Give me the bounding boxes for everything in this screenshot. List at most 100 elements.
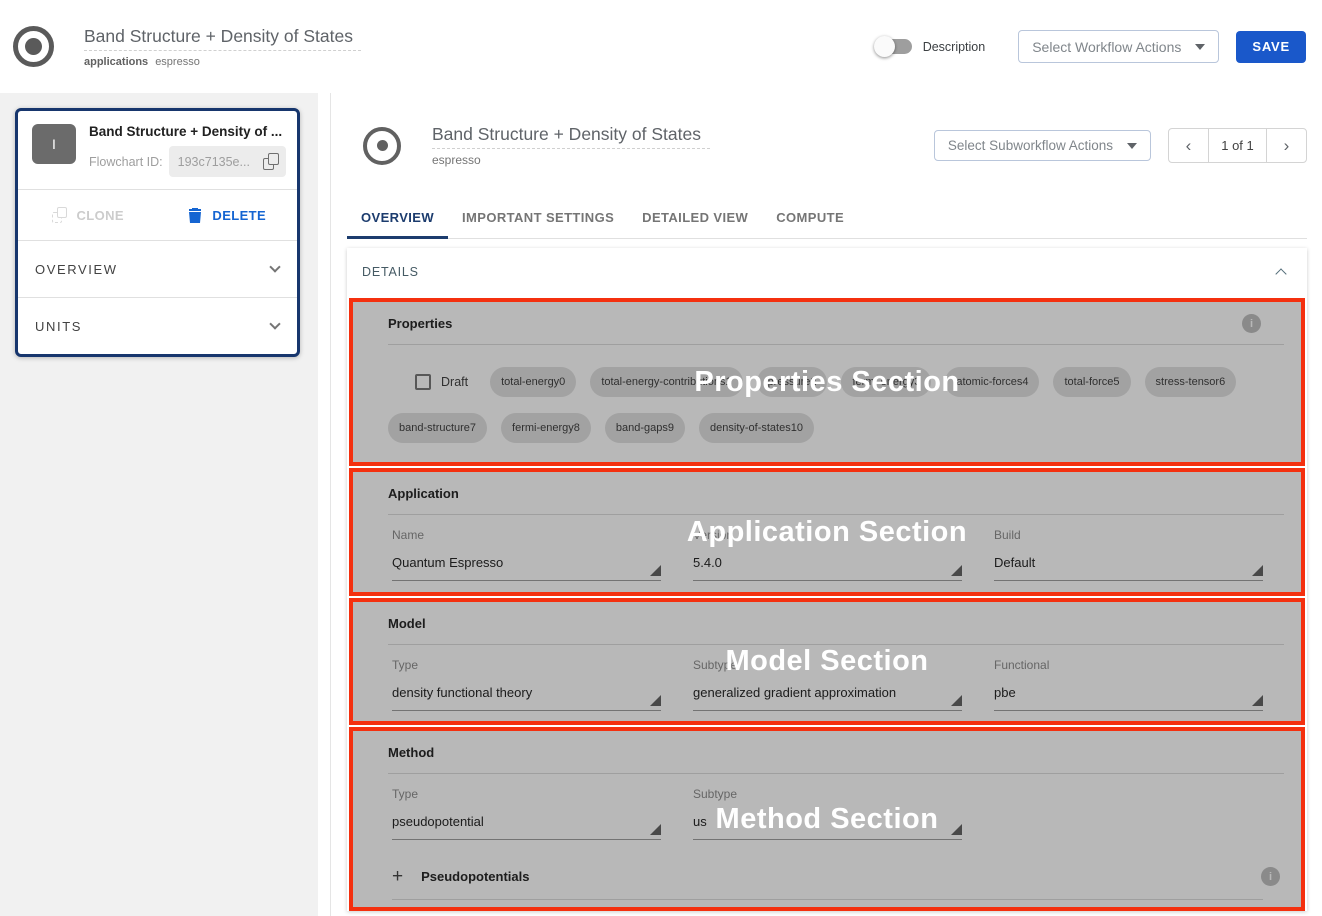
workflow-title-input[interactable]: Band Structure + Density of States (84, 26, 361, 51)
description-toggle-label: Description (923, 40, 986, 54)
chevron-down-icon (1195, 44, 1205, 50)
breadcrumb-item[interactable]: espresso (155, 56, 200, 68)
details-accordion-header[interactable]: DETAILS (347, 248, 1307, 296)
workflow-actions-select[interactable]: Select Workflow Actions (1018, 30, 1219, 63)
prev-page-button[interactable]: ‹ (1168, 128, 1209, 163)
method-subtype-field: Subtype us (693, 787, 962, 840)
subworkflow-actions-select-label: Select Subworkflow Actions (948, 138, 1113, 153)
chevron-down-icon (1127, 143, 1137, 149)
draft-checkbox[interactable] (415, 374, 431, 390)
property-chip[interactable]: atomic-forces4 (945, 367, 1039, 397)
select-caret-icon (1252, 565, 1263, 576)
workflow-title-block: Band Structure + Density of States appli… (84, 26, 361, 68)
application-build-field: Build Default (994, 528, 1263, 581)
property-chip[interactable]: total-energy0 (490, 367, 576, 397)
application-fields: Name Quantum Espresso Version (392, 528, 1263, 581)
info-icon[interactable]: i (1242, 314, 1261, 333)
pseudopotentials-label: Pseudopotentials (421, 869, 529, 884)
field-label: Type (392, 787, 661, 801)
method-section-title: Method (388, 731, 1284, 760)
chevron-up-icon (1275, 268, 1286, 279)
select-caret-icon (650, 824, 661, 835)
tab-detailed-view[interactable]: DETAILED VIEW (628, 197, 762, 238)
draft-checkbox-label: Draft (441, 375, 468, 389)
breadcrumb-category[interactable]: applications (84, 56, 148, 68)
copy-icon[interactable] (263, 153, 279, 170)
sidebar-item-units[interactable]: UNITS (18, 297, 297, 354)
next-page-button[interactable]: › (1266, 128, 1307, 163)
flowchart-id-label: Flowchart ID: (89, 155, 163, 169)
add-pseudopotential-button[interactable]: + (392, 867, 403, 886)
property-chip[interactable]: density-of-states10 (699, 413, 814, 443)
property-chip[interactable]: band-gaps9 (605, 413, 685, 443)
subworkflow-title-input[interactable]: Band Structure + Density of States (432, 124, 710, 149)
model-section: Model Type density functional theory (349, 598, 1305, 725)
app-body: I Band Structure + Density of ... Flowch… (0, 93, 1322, 916)
property-chip[interactable]: band-structure7 (388, 413, 487, 443)
field-label: Type (392, 658, 661, 672)
model-functional-select[interactable]: pbe (994, 685, 1263, 711)
details-title: DETAILS (362, 265, 419, 279)
application-version-select[interactable]: 5.4.0 (693, 555, 962, 581)
app-screen: Band Structure + Density of States appli… (0, 0, 1322, 916)
model-type-field: Type density functional theory (392, 658, 661, 711)
method-section: Method Type pseudopotential (349, 727, 1305, 911)
method-type-select[interactable]: pseudopotential (392, 814, 661, 840)
chevron-down-icon (269, 261, 280, 272)
property-chip[interactable]: total-force5 (1053, 367, 1130, 397)
description-toggle[interactable] (877, 39, 912, 54)
property-chip[interactable]: pressure2 (757, 367, 828, 397)
model-functional-field: Functional pbe (994, 658, 1263, 711)
sidebar: I Band Structure + Density of ... Flowch… (0, 93, 318, 916)
save-button[interactable]: SAVE (1236, 31, 1306, 63)
property-chip[interactable]: fermi-energy3 (841, 367, 931, 397)
properties-section-title: Properties (388, 302, 1284, 331)
select-caret-icon (951, 565, 962, 576)
field-label: Name (392, 528, 661, 542)
flowchart-id-value: 193c7135e... (178, 155, 263, 169)
application-name-select[interactable]: Quantum Espresso (392, 555, 661, 581)
tab-compute[interactable]: COMPUTE (762, 197, 858, 238)
subworkflow-icon (363, 127, 401, 165)
model-type-select[interactable]: density functional theory (392, 685, 661, 711)
trash-icon (188, 207, 202, 223)
unit-card-title: Band Structure + Density of ... (89, 124, 286, 139)
application-section-title: Application (388, 472, 1284, 501)
unit-avatar: I (32, 124, 76, 164)
application-build-select[interactable]: Default (994, 555, 1263, 581)
delete-button[interactable]: DELETE (158, 207, 298, 223)
subworkflow-subtitle: espresso (432, 153, 710, 167)
clone-button[interactable]: CLONE (18, 207, 158, 223)
app-logo-icon[interactable] (13, 26, 54, 67)
workflow-actions-select-label: Select Workflow Actions (1032, 39, 1181, 55)
flowchart-id-field[interactable]: 193c7135e... (169, 146, 286, 177)
description-toggle-knob (874, 36, 895, 57)
tab-overview[interactable]: OVERVIEW (347, 197, 448, 238)
subworkflow-actions-select[interactable]: Select Subworkflow Actions (934, 130, 1151, 161)
field-label: Build (994, 528, 1263, 542)
flowchart-id-row: Flowchart ID: 193c7135e... (89, 146, 286, 177)
field-label: Subtype (693, 787, 962, 801)
method-subtype-select[interactable]: us (693, 814, 962, 840)
unit-card-actions: CLONE DELETE (18, 189, 297, 240)
sidebar-item-overview[interactable]: OVERVIEW (18, 240, 297, 297)
info-icon[interactable]: i (1261, 867, 1280, 886)
model-fields: Type density functional theory Subtype (392, 658, 1263, 711)
property-chip[interactable]: stress-tensor6 (1145, 367, 1237, 397)
field-label: Version (693, 528, 962, 542)
subworkflow-header: Band Structure + Density of States espre… (347, 93, 1307, 167)
property-chips-row: band-structure7 fermi-energy8 band-gaps9… (388, 413, 1284, 443)
property-chip[interactable]: total-energy-contributions1 (590, 367, 742, 397)
method-fields: Type pseudopotential Subtype u (392, 787, 1263, 840)
select-caret-icon (650, 565, 661, 576)
draft-checkbox-group: Draft (415, 374, 468, 390)
delete-button-label: DELETE (212, 208, 266, 223)
model-subtype-select[interactable]: generalized gradient approximation (693, 685, 962, 711)
divider (388, 514, 1284, 515)
tab-bar: OVERVIEW IMPORTANT SETTINGS DETAILED VIE… (347, 197, 1307, 239)
divider (388, 773, 1284, 774)
property-chip[interactable]: fermi-energy8 (501, 413, 591, 443)
tab-important-settings[interactable]: IMPORTANT SETTINGS (448, 197, 628, 238)
application-version-field: Version 5.4.0 (693, 528, 962, 581)
breadcrumb: applications espresso (84, 56, 361, 68)
